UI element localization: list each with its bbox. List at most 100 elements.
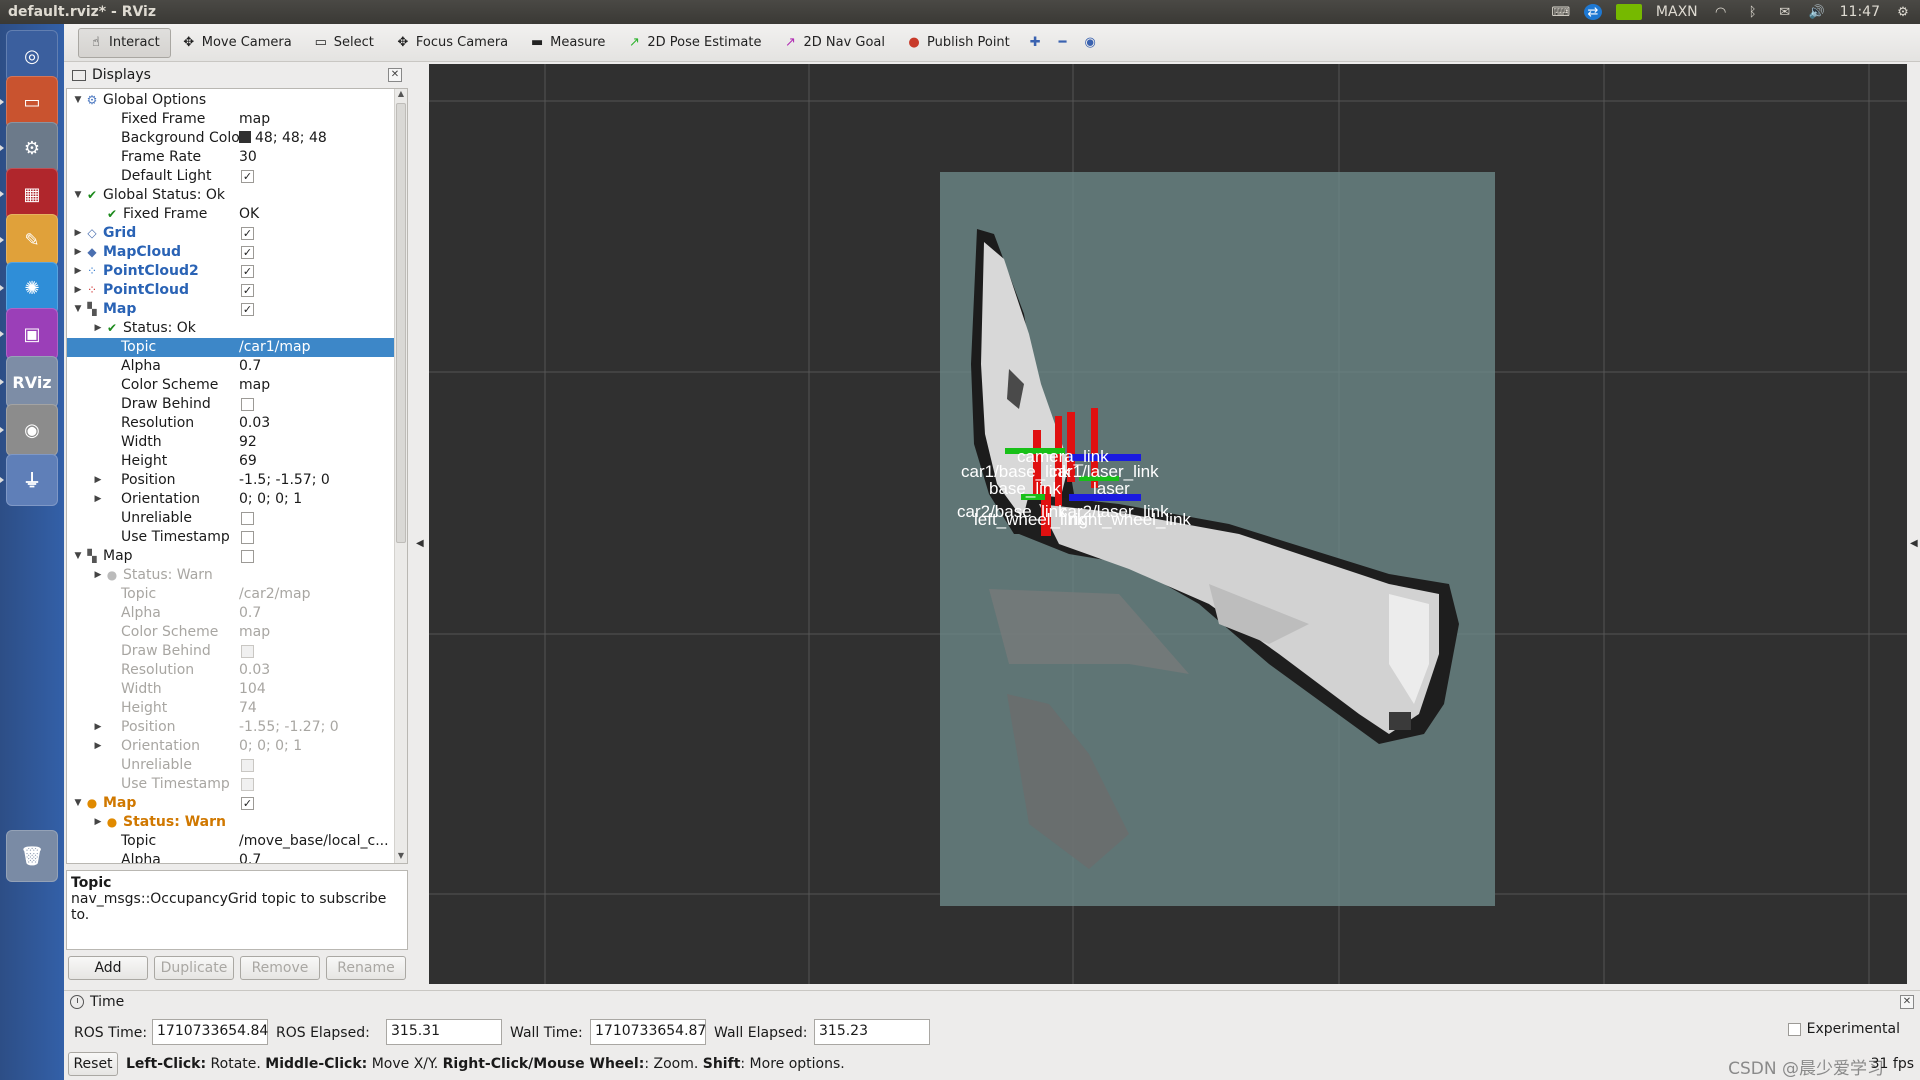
tree-row-color-scheme[interactable]: Color Scheme map [67, 376, 395, 395]
rviz-app-icon[interactable]: RViz [6, 356, 58, 408]
collapsed-arrow-icon[interactable]: ▶ [73, 224, 83, 243]
property-value[interactable]: 0; 0; 0; 1 [239, 490, 302, 509]
tree-row-resolution[interactable]: Resolution 0.03 [67, 661, 395, 680]
property-value[interactable]: OK [239, 205, 259, 224]
gear-icon[interactable]: ⚙ [1894, 4, 1912, 20]
mail-icon[interactable]: ✉ [1776, 4, 1794, 20]
enable-checkbox[interactable] [241, 550, 254, 563]
tree-row-global-status-ok[interactable]: ▼ ✔ Global Status: Ok [67, 186, 395, 205]
expanded-arrow-icon[interactable]: ▼ [73, 794, 83, 813]
enable-checkbox[interactable] [241, 759, 254, 772]
tree-row-position[interactable]: ▶ Position -1.55; -1.27; 0 [67, 718, 395, 737]
tree-row-orientation[interactable]: ▶ Orientation 0; 0; 0; 1 [67, 737, 395, 756]
tree-row-background-color[interactable]: Background Color 48; 48; 48 [67, 129, 395, 148]
minus-icon[interactable]: ━ [1050, 28, 1076, 58]
ros-time-field[interactable]: 1710733654.84 [152, 1019, 268, 1045]
tree-row-default-light[interactable]: Default Light ✓ [67, 167, 395, 186]
system-settings-icon[interactable]: ⚙ [6, 122, 58, 174]
tree-row-mapcloud[interactable]: ▶ ◆ MapCloud ✓ [67, 243, 395, 262]
property-value[interactable]: -1.55; -1.27; 0 [239, 718, 339, 737]
right-dock-edge[interactable]: ◀ [1907, 64, 1920, 984]
property-value[interactable]: 0.03 [239, 661, 270, 680]
tree-row-unreliable[interactable]: Unreliable [67, 509, 395, 528]
power-mode-label[interactable]: MAXN [1656, 4, 1698, 20]
tool-select[interactable]: ▭ Select [303, 28, 385, 58]
tree-row-global-options[interactable]: ▼ ⚙ Global Options [67, 91, 395, 110]
enable-checkbox[interactable]: ✓ [241, 246, 254, 259]
tree-row-position[interactable]: ▶ Position -1.5; -1.57; 0 [67, 471, 395, 490]
tree-row-status-ok[interactable]: ▶ ✔ Status: Ok [67, 319, 395, 338]
scroll-down-icon[interactable]: ▼ [395, 851, 407, 863]
collapsed-arrow-icon[interactable]: ▶ [93, 490, 103, 509]
property-value[interactable]: 0.7 [239, 357, 261, 376]
display-tree[interactable]: ▼ ⚙ Global Options Fixed Frame map Background… [66, 88, 408, 864]
wall-time-field[interactable]: 1710733654.87 [590, 1019, 706, 1045]
expanded-arrow-icon[interactable]: ▼ [73, 547, 83, 566]
collapsed-arrow-icon[interactable]: ▶ [73, 262, 83, 281]
volume-icon[interactable]: 🔊 [1808, 4, 1826, 20]
enable-checkbox[interactable]: ✓ [241, 797, 254, 810]
tool-focus-camera[interactable]: ✥ Focus Camera [385, 28, 519, 58]
property-value[interactable]: -1.5; -1.57; 0 [239, 471, 330, 490]
tree-row-resolution[interactable]: Resolution 0.03 [67, 414, 395, 433]
scene-3d[interactable]: camera_link car1/base_link car1/laser_li… [429, 64, 1907, 984]
property-value[interactable]: map [239, 623, 270, 642]
tree-row-status-warn[interactable]: ▶ ● Status: Warn [67, 566, 395, 585]
duplicate-button[interactable]: Duplicate [154, 956, 234, 980]
collapse-left-icon[interactable]: ◀ [416, 538, 424, 549]
tree-row-topic[interactable]: Topic/car1/map [67, 338, 395, 357]
property-value[interactable]: 0.7 [239, 851, 261, 863]
collapsed-arrow-icon[interactable]: ▶ [93, 319, 103, 338]
property-value[interactable]: 104 [239, 680, 266, 699]
collapsed-arrow-icon[interactable]: ▶ [93, 471, 103, 490]
tool-publish-point[interactable]: ● Publish Point [896, 28, 1021, 58]
property-value[interactable]: 92 [239, 433, 257, 452]
files-icon[interactable]: ▭ [6, 76, 58, 128]
collapsed-arrow-icon[interactable]: ▶ [93, 718, 103, 737]
tree-row-topic[interactable]: Topic/car2/map [67, 585, 395, 604]
enable-checkbox[interactable] [241, 531, 254, 544]
property-value[interactable]: /car1/map [239, 338, 310, 357]
keyboard-icon[interactable]: ⌨ [1552, 4, 1571, 20]
trash-icon[interactable]: 🗑 [6, 830, 58, 882]
close-icon[interactable]: ✕ [1900, 995, 1914, 1009]
tree-row-draw-behind[interactable]: Draw Behind [67, 395, 395, 414]
usb-drive-icon[interactable]: ⏚ [6, 454, 58, 506]
tree-row-use-timestamp[interactable]: Use Timestamp [67, 775, 395, 794]
enable-checkbox[interactable]: ✓ [241, 227, 254, 240]
tree-row-alpha[interactable]: Alpha 0.7 [67, 604, 395, 623]
tree-row-topic[interactable]: Topic/move_base/local_c... [67, 832, 395, 851]
tree-row-pointcloud2[interactable]: ▶ ⁘ PointCloud2 ✓ [67, 262, 395, 281]
collapsed-arrow-icon[interactable]: ▶ [93, 566, 103, 585]
teamviewer-icon[interactable]: ⇄ [1583, 4, 1602, 20]
property-value[interactable]: map [239, 376, 270, 395]
tree-row-height[interactable]: Height 74 [67, 699, 395, 718]
scroll-thumb[interactable] [396, 103, 406, 543]
expanded-arrow-icon[interactable]: ▼ [73, 91, 83, 110]
tree-row-map[interactable]: ▼ ▚ Map ✓ [67, 300, 395, 319]
rename-button[interactable]: Rename [326, 956, 406, 980]
property-value[interactable]: 0; 0; 0; 1 [239, 737, 302, 756]
tree-row-alpha[interactable]: Alpha 0.7 [67, 357, 395, 376]
tree-scrollbar[interactable]: ▲ ▼ [394, 89, 407, 863]
eye-icon[interactable]: ◉ [1076, 28, 1105, 58]
tool-move-camera[interactable]: ✥ Move Camera [171, 28, 303, 58]
tool-2d-pose-estimate[interactable]: ↗ 2D Pose Estimate [616, 28, 772, 58]
enable-checkbox[interactable]: ✓ [241, 284, 254, 297]
scroll-up-icon[interactable]: ▲ [395, 89, 407, 101]
enable-checkbox[interactable] [241, 398, 254, 411]
tree-row-color-scheme[interactable]: Color Scheme map [67, 623, 395, 642]
expanded-arrow-icon[interactable]: ▼ [73, 186, 83, 205]
tool-2d-nav-goal[interactable]: ↗ 2D Nav Goal [772, 28, 896, 58]
tool-interact[interactable]: ☝ Interact [78, 27, 171, 58]
ubuntu-dash-icon[interactable]: ◎ [6, 30, 58, 82]
tree-row-map[interactable]: ▼ ▚ Map [67, 547, 395, 566]
property-value[interactable]: /car2/map [239, 585, 310, 604]
enable-checkbox[interactable] [241, 778, 254, 791]
tree-row-pointcloud[interactable]: ▶ ⁘ PointCloud ✓ [67, 281, 395, 300]
enable-checkbox[interactable]: ✓ [241, 265, 254, 278]
tree-row-use-timestamp[interactable]: Use Timestamp [67, 528, 395, 547]
enable-checkbox[interactable]: ✓ [241, 303, 254, 316]
wall-elapsed-field[interactable]: 315.23 [814, 1019, 930, 1045]
property-value[interactable]: 48; 48; 48 [239, 129, 327, 148]
